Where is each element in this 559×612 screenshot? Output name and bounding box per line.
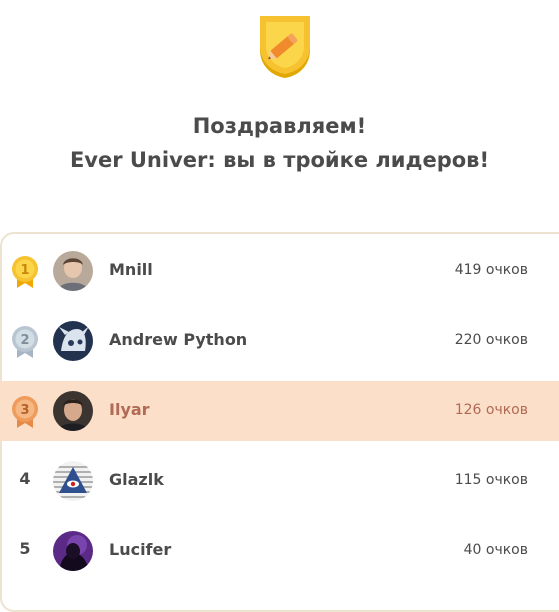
silver-medal-icon: 2: [12, 326, 38, 358]
avatar[interactable]: [53, 391, 93, 431]
rank-number: 2: [20, 333, 29, 348]
rank-number: 4: [19, 469, 31, 488]
player-score: 40 очков: [463, 542, 528, 558]
player-score: 115 очков: [454, 472, 528, 488]
rank-number: 5: [19, 539, 31, 558]
player-name: Lucifer: [109, 540, 172, 559]
player-score: 220 очков: [454, 332, 528, 348]
avatar[interactable]: [53, 531, 93, 571]
leaderboard-row[interactable]: 2 Andrew Python 220 очков: [0, 311, 559, 371]
avatar[interactable]: [53, 251, 93, 291]
player-name: Andrew Python: [109, 330, 248, 349]
rank-number: 3: [20, 403, 29, 418]
player-name: Mnill: [109, 260, 153, 279]
leaderboard-row[interactable]: 4 Glazlk 115 очков: [0, 451, 559, 511]
player-name: Glazlk: [109, 470, 164, 489]
leaderboard-row[interactable]: 5 Lucifer 40 очков: [0, 521, 559, 581]
congrats-subtitle: Ever Univer: вы в тройке лидеров!: [69, 148, 490, 172]
avatar[interactable]: [53, 321, 93, 361]
pencil-shield-icon: [260, 16, 310, 78]
rank-number: 1: [20, 263, 29, 278]
player-score: 126 очков: [454, 402, 528, 418]
bronze-medal-icon: 3: [12, 396, 38, 428]
gold-medal-icon: 1: [12, 256, 38, 288]
avatar[interactable]: [53, 461, 93, 501]
player-name: Ilyar: [109, 400, 150, 419]
congrats-title: Поздравляем!: [192, 114, 367, 138]
leaderboard-row-current-user[interactable]: 3 Ilyar 126 очков: [0, 381, 559, 441]
player-score: 419 очков: [454, 262, 528, 278]
leaderboard-row[interactable]: 1 Mnill 419 очков: [0, 241, 559, 301]
